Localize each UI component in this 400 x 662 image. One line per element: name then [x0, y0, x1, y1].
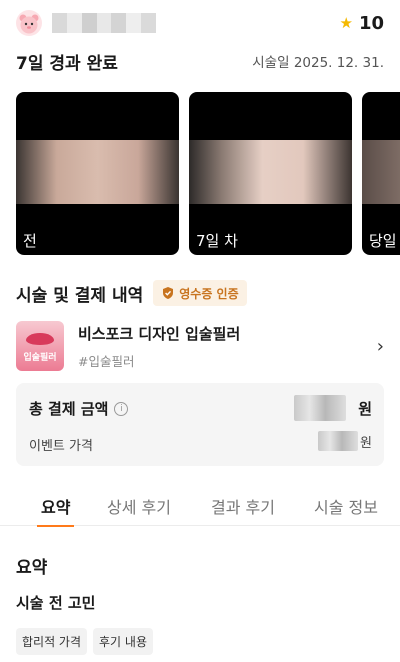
- result-title: 7일 경과 완료: [16, 53, 118, 74]
- photo-caption: 당일: [369, 232, 397, 250]
- lips-image: [26, 333, 54, 345]
- total-label-text: 총 결제 금액: [29, 400, 109, 418]
- review-tabs: 요약 상세 후기 결과 후기 시술 정보: [0, 490, 400, 527]
- total-payment-label: 총 결제 금액 i: [29, 398, 129, 419]
- event-currency: 원: [360, 435, 372, 451]
- photo-same-day[interactable]: 당일: [362, 92, 400, 255]
- tab-treatment-info[interactable]: 시술 정보: [314, 490, 378, 526]
- product-item[interactable]: 입술필러 비스포크 디자인 입술필러 #입술필러 ›: [16, 320, 384, 372]
- star-icon: ★: [339, 14, 353, 32]
- face-crop-image: [189, 140, 352, 204]
- result-row: 7일 경과 완료 시술일 2025. 12. 31.: [16, 48, 384, 74]
- concern-chip: 합리적 가격: [16, 628, 88, 655]
- product-name: 비스포크 디자인 입술필러: [78, 324, 241, 343]
- concern-chips: 합리적 가격 후기 내용: [16, 628, 159, 655]
- review-header: ★ 10: [16, 8, 384, 38]
- receipt-badge-label: 영수증 인증: [179, 286, 239, 301]
- event-price-value: 원: [318, 431, 372, 451]
- face-crop-image: [16, 140, 179, 204]
- product-info: 비스포크 디자인 입술필러 #입술필러: [78, 323, 240, 370]
- concern-chip: 후기 내용: [93, 628, 153, 655]
- redacted-amount: [294, 395, 347, 421]
- rating: ★ 10: [339, 13, 384, 34]
- summary-heading: 요약: [16, 558, 48, 578]
- photo-carousel[interactable]: 전 7일 차 당일: [16, 92, 400, 255]
- treatment-date: 시술일 2025. 12. 31.: [252, 55, 384, 71]
- photo-caption: 전: [23, 232, 37, 250]
- payment-summary-card: 총 결제 금액 i 원 이벤트 가격 원: [16, 383, 384, 466]
- face-crop-image: [362, 140, 400, 204]
- event-price-label: 이벤트 가격: [29, 439, 93, 454]
- info-icon[interactable]: i: [114, 401, 129, 416]
- rating-value: 10: [358, 12, 384, 34]
- photo-before[interactable]: 전: [16, 92, 179, 255]
- total-currency: 원: [358, 399, 372, 418]
- photo-day7[interactable]: 7일 차: [189, 92, 352, 255]
- tab-detailed-review[interactable]: 상세 후기: [107, 490, 171, 526]
- pre-treatment-concern-heading: 시술 전 고민: [16, 594, 96, 612]
- receipt-verified-badge: 영수증 인증: [153, 280, 247, 306]
- product-thumbnail: 입술필러: [16, 321, 64, 371]
- treatment-section-header: 시술 및 결제 내역 영수증 인증: [16, 280, 247, 306]
- username-redacted: [52, 13, 157, 33]
- avatar[interactable]: [16, 10, 42, 36]
- thumbnail-label: 입술필러: [23, 353, 57, 363]
- tab-summary[interactable]: 요약: [36, 490, 75, 527]
- total-payment-value: 원: [294, 395, 372, 421]
- product-hashtag[interactable]: #입술필러: [78, 351, 240, 370]
- verified-shield-icon: [163, 287, 174, 299]
- redacted-amount: [318, 431, 359, 451]
- section-title: 시술 및 결제 내역: [16, 285, 144, 306]
- chevron-right-icon[interactable]: ›: [377, 336, 384, 357]
- tab-result-review[interactable]: 결과 후기: [211, 490, 275, 526]
- photo-caption: 7일 차: [196, 232, 238, 250]
